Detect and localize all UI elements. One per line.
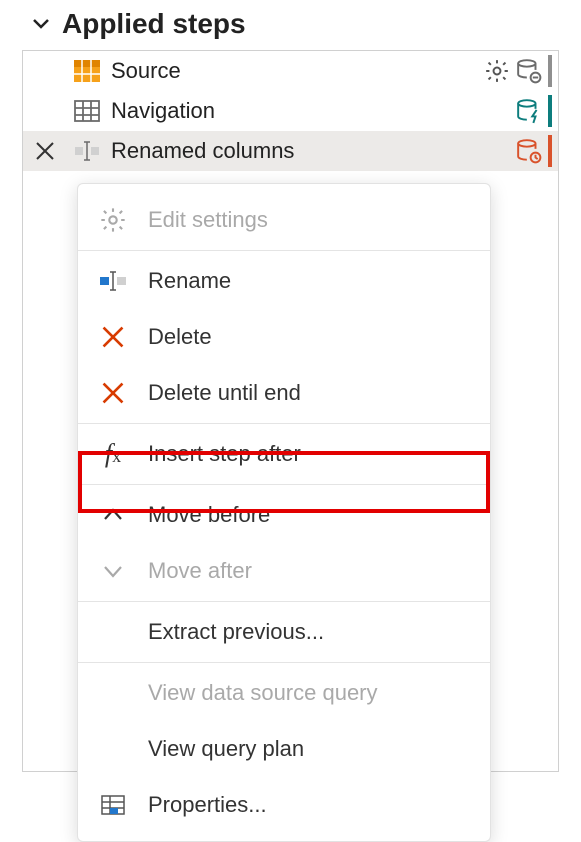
database-clock-icon <box>516 138 542 164</box>
chevron-down-icon <box>96 554 130 588</box>
step-row-navigation[interactable]: Navigation <box>23 91 558 131</box>
gear-icon[interactable] <box>484 58 510 84</box>
menu-edit-settings: Edit settings <box>78 192 490 248</box>
step-status-bar <box>548 55 552 87</box>
step-label: Source <box>111 58 484 84</box>
menu-delete[interactable]: Delete <box>78 309 490 365</box>
menu-separator <box>78 250 490 251</box>
menu-delete-until-end[interactable]: Delete until end <box>78 365 490 421</box>
menu-label: View data source query <box>148 680 378 706</box>
database-minus-icon <box>516 58 542 84</box>
step-context-menu: Edit settings Rename Delete <box>77 183 491 842</box>
fx-icon: fx <box>96 437 130 471</box>
step-status-bar <box>548 135 552 167</box>
menu-label: Edit settings <box>148 207 268 233</box>
rename-column-icon <box>73 137 101 165</box>
delete-x-icon <box>96 376 130 410</box>
menu-insert-step-after[interactable]: fx Insert step after <box>78 426 490 482</box>
menu-label: Move before <box>148 502 270 528</box>
menu-view-data-source-query: View data source query <box>78 665 490 721</box>
menu-label: View query plan <box>148 736 304 762</box>
menu-separator <box>78 484 490 485</box>
menu-label: Delete until end <box>148 380 301 406</box>
step-label: Renamed columns <box>111 138 516 164</box>
menu-label: Properties... <box>148 792 267 818</box>
panel-title: Applied steps <box>62 8 246 40</box>
menu-view-query-plan[interactable]: View query plan <box>78 721 490 777</box>
applied-steps-list: Source <box>22 50 559 772</box>
chevron-down-icon <box>32 15 50 33</box>
menu-extract-previous[interactable]: Extract previous... <box>78 604 490 660</box>
menu-properties[interactable]: Properties... <box>78 777 490 833</box>
menu-rename[interactable]: Rename <box>78 253 490 309</box>
menu-label: Move after <box>148 558 252 584</box>
rename-icon <box>96 264 130 298</box>
menu-label: Extract previous... <box>148 619 324 645</box>
menu-separator <box>78 423 490 424</box>
menu-label: Insert step after <box>148 441 301 467</box>
step-status-bar <box>548 95 552 127</box>
menu-move-after: Move after <box>78 543 490 599</box>
menu-separator <box>78 662 490 663</box>
table-icon <box>73 97 101 125</box>
menu-separator <box>78 601 490 602</box>
delete-step-button[interactable] <box>31 137 59 165</box>
step-label: Navigation <box>111 98 516 124</box>
step-row-source[interactable]: Source <box>23 51 558 91</box>
step-row-renamed-columns[interactable]: Renamed columns <box>23 131 558 171</box>
delete-x-icon <box>96 320 130 354</box>
menu-label: Rename <box>148 268 231 294</box>
gear-icon <box>96 203 130 237</box>
menu-label: Delete <box>148 324 212 350</box>
table-orange-icon <box>73 57 101 85</box>
properties-icon <box>96 788 130 822</box>
chevron-up-icon <box>96 498 130 532</box>
menu-move-before[interactable]: Move before <box>78 487 490 543</box>
database-lightning-icon <box>516 98 542 124</box>
applied-steps-header[interactable]: Applied steps <box>0 0 581 50</box>
